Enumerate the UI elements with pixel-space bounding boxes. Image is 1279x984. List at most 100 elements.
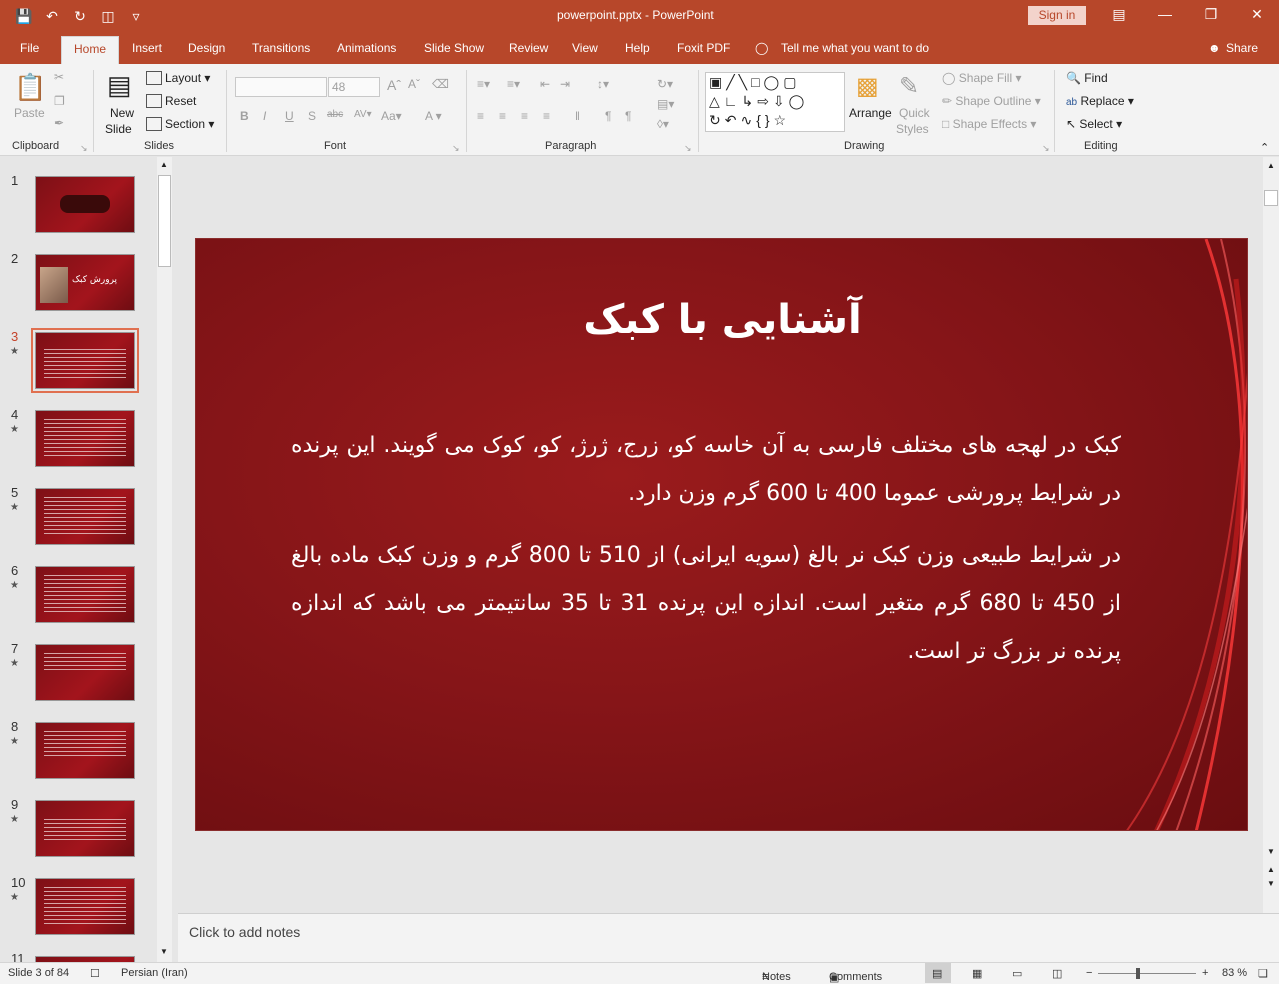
font-launcher-icon[interactable]: ↘ — [452, 143, 460, 154]
replace-button[interactable]: ab Replace ▾ — [1066, 94, 1134, 108]
slide-thumbnail-1[interactable] — [35, 176, 135, 233]
tab-animations[interactable]: Animations — [337, 41, 396, 55]
format-painter-icon[interactable]: ✒ — [54, 116, 64, 130]
justify-icon[interactable]: ≡ — [543, 109, 550, 123]
slide-thumbnail-5[interactable] — [35, 488, 135, 545]
tab-foxit-pdf[interactable]: Foxit PDF — [677, 41, 730, 55]
shape-outline-button[interactable]: ✏ Shape Outline ▾ — [942, 94, 1041, 108]
decrease-indent-icon[interactable]: ⇤ — [540, 77, 550, 91]
tab-file[interactable]: File — [20, 41, 39, 55]
quick-styles-icon[interactable]: ✎ — [899, 72, 919, 101]
reset-button[interactable]: Reset — [146, 94, 196, 108]
customize-qat-icon[interactable]: ▿ — [126, 7, 146, 25]
slide-thumbnail-4[interactable] — [35, 410, 135, 467]
collapse-ribbon-icon[interactable]: ⌃ — [1260, 141, 1269, 154]
line-spacing-icon[interactable]: ↕▾ — [597, 77, 609, 91]
restore-icon[interactable]: ❐ — [1201, 6, 1221, 23]
next-slide-icon[interactable]: ▼ — [1267, 879, 1275, 888]
fit-to-window-icon[interactable]: ❏ — [1258, 967, 1268, 980]
shape-effects-button[interactable]: □ Shape Effects ▾ — [942, 117, 1036, 131]
tell-me-search[interactable]: Tell me what you want to do — [781, 41, 929, 55]
font-size-select[interactable]: 48 — [328, 77, 380, 97]
start-from-beginning-icon[interactable]: ◫ — [98, 7, 118, 25]
tab-transitions[interactable]: Transitions — [252, 41, 310, 55]
change-case-icon[interactable]: Aa▾ — [381, 109, 402, 123]
slide-title[interactable]: آشنایی با کبک — [196, 297, 1247, 343]
new-slide-label-1[interactable]: New — [110, 106, 134, 120]
tab-slide-show[interactable]: Slide Show — [424, 41, 484, 55]
scroll-up-icon[interactable]: ▲ — [160, 160, 168, 169]
slide-canvas[interactable]: آشنایی با کبک کبک در لهجه های مختلف فارس… — [195, 238, 1248, 831]
slide-thumbnail-6[interactable] — [35, 566, 135, 623]
close-icon[interactable]: ✕ — [1247, 6, 1267, 23]
layout-button[interactable]: Layout ▾ — [146, 71, 210, 85]
zoom-out-icon[interactable]: − — [1086, 967, 1092, 979]
strikethrough-icon[interactable]: abc — [327, 109, 343, 120]
slide-scrollbar[interactable]: ▲ ▼ ▲ ▼ — [1263, 157, 1279, 913]
align-left-icon[interactable]: ≡ — [477, 109, 484, 123]
previous-slide-icon[interactable]: ▲ — [1267, 865, 1275, 874]
clipboard-launcher-icon[interactable]: ↘ — [80, 143, 88, 154]
undo-icon[interactable]: ↶ — [42, 7, 62, 25]
tab-review[interactable]: Review — [509, 41, 548, 55]
slide-thumbnail-2[interactable]: پرورش کبک — [35, 254, 135, 311]
paste-button[interactable]: Paste — [14, 106, 45, 120]
align-text-icon[interactable]: ▤▾ — [657, 97, 674, 111]
ltr-icon[interactable]: ¶ — [625, 109, 631, 123]
increase-indent-icon[interactable]: ⇥ — [560, 77, 570, 91]
paste-icon[interactable]: 📋 — [14, 72, 46, 103]
copy-icon[interactable]: ❐ — [54, 94, 65, 108]
scroll-down-icon[interactable]: ▼ — [160, 947, 168, 956]
character-spacing-icon[interactable]: AV▾ — [354, 109, 372, 120]
increase-font-icon[interactable]: Aˆ — [387, 77, 401, 93]
zoom-slider-thumb[interactable] — [1136, 968, 1140, 979]
reading-view-icon[interactable]: ▭ — [1012, 967, 1022, 980]
zoom-level[interactable]: 83 % — [1222, 967, 1247, 979]
columns-icon[interactable]: ‖ — [575, 109, 580, 123]
slide-thumbnail-8[interactable] — [35, 722, 135, 779]
new-slide-icon[interactable]: ▤ — [107, 70, 132, 101]
notes-placeholder[interactable]: Click to add notes — [189, 924, 300, 940]
zoom-slider-track[interactable] — [1098, 973, 1196, 974]
tab-home[interactable]: Home — [61, 36, 120, 64]
share-button[interactable]: Share — [1226, 41, 1258, 55]
numbering-icon[interactable]: ≡▾ — [507, 77, 520, 91]
drawing-launcher-icon[interactable]: ↘ — [1042, 143, 1050, 154]
text-direction-icon[interactable]: ↻▾ — [657, 77, 673, 91]
redo-icon[interactable]: ↻ — [70, 7, 90, 25]
arrange-button[interactable]: Arrange — [849, 106, 892, 120]
shape-fill-button[interactable]: ◯ Shape Fill ▾ — [942, 71, 1022, 85]
slide-body-text[interactable]: کبک در لهجه های مختلف فارسی به آن خاسه ک… — [291, 422, 1121, 676]
sign-in-button[interactable]: Sign in — [1028, 6, 1086, 25]
align-right-icon[interactable]: ≡ — [521, 109, 528, 123]
slide-sorter-view-icon[interactable]: ▦ — [972, 967, 982, 980]
scroll-thumb[interactable] — [158, 175, 171, 267]
bullets-icon[interactable]: ≡▾ — [477, 77, 490, 91]
slide-thumbnail-3[interactable] — [31, 328, 139, 393]
quick-styles-label-1[interactable]: Quick — [899, 106, 930, 120]
find-button[interactable]: 🔍 Find — [1066, 71, 1108, 85]
slide-show-view-icon[interactable]: ◫ — [1052, 967, 1062, 980]
font-family-select[interactable] — [235, 77, 327, 97]
tab-insert[interactable]: Insert — [132, 41, 162, 55]
save-icon[interactable]: 💾 — [14, 7, 34, 25]
bold-icon[interactable]: B — [240, 109, 249, 123]
tab-help[interactable]: Help — [625, 41, 650, 55]
slide-thumbnail-10[interactable] — [35, 878, 135, 935]
shadow-icon[interactable]: S — [308, 109, 316, 123]
section-button[interactable]: Section ▾ — [146, 117, 214, 131]
tab-view[interactable]: View — [572, 41, 598, 55]
rtl-icon[interactable]: ¶ — [605, 109, 611, 123]
zoom-in-icon[interactable]: + — [1202, 967, 1208, 979]
minimize-icon[interactable]: — — [1155, 6, 1175, 22]
font-color-icon[interactable]: A ▾ — [425, 109, 442, 123]
tab-design[interactable]: Design — [188, 41, 225, 55]
slide-thumbnail-7[interactable] — [35, 644, 135, 701]
decrease-font-icon[interactable]: Aˇ — [408, 77, 420, 91]
cut-icon[interactable]: ✂ — [54, 70, 64, 84]
arrange-icon[interactable]: ▩ — [856, 72, 879, 101]
language-indicator[interactable]: Persian (Iran) — [121, 967, 188, 979]
paragraph-launcher-icon[interactable]: ↘ — [684, 143, 692, 154]
spell-check-icon[interactable]: ☐ — [90, 967, 100, 980]
align-center-icon[interactable]: ≡ — [499, 109, 506, 123]
